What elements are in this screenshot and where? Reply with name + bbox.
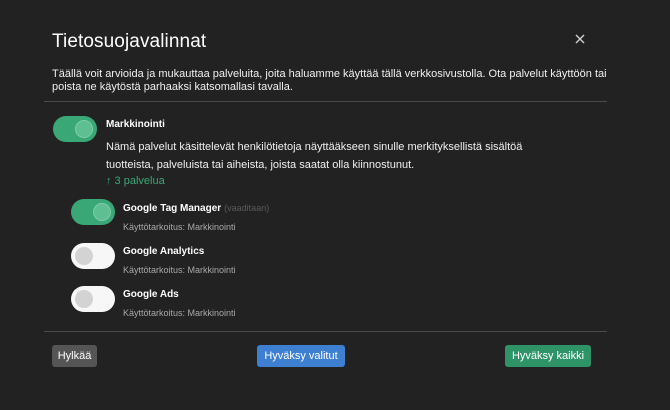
close-icon[interactable] xyxy=(572,31,588,47)
consent-dialog: Tietosuojavalinnat Täällä voit arvioida … xyxy=(0,0,670,410)
service-name: Google Tag Manager (vaaditaan) xyxy=(123,203,269,214)
service-toggle-google-ads[interactable] xyxy=(71,286,115,312)
services-toggle-link[interactable]: ↑ 3 palvelua xyxy=(106,175,165,187)
service-purpose: Käyttötarkoitus: Markkinointi xyxy=(123,308,236,318)
accept-selected-button[interactable]: Hyväksy valitut xyxy=(257,345,345,367)
toggle-knob xyxy=(75,120,93,138)
toggle-knob xyxy=(75,290,93,308)
dialog-intro: Täällä voit arvioida ja mukauttaa palvel… xyxy=(52,68,607,93)
service-name: Google Ads xyxy=(123,289,179,300)
toggle-knob xyxy=(93,203,111,221)
service-name: Google Analytics xyxy=(123,246,204,257)
service-name-label: Google Ads xyxy=(123,289,179,300)
service-name-label: Google Analytics xyxy=(123,246,205,257)
service-purpose: Käyttötarkoitus: Markkinointi xyxy=(123,265,236,275)
divider xyxy=(44,101,607,102)
service-toggle-google-analytics[interactable] xyxy=(71,243,115,269)
category-description: Nämä palvelut käsittelevät henkilötietoj… xyxy=(106,141,523,171)
accept-all-button[interactable]: Hyväksy kaikki xyxy=(505,345,591,367)
category-name: Markkinointi xyxy=(106,119,165,130)
service-toggle-google-tag-manager[interactable] xyxy=(71,199,115,225)
divider xyxy=(44,331,607,332)
service-required-label: (vaaditaan) xyxy=(224,203,270,213)
service-name-label: Google Tag Manager xyxy=(123,203,222,214)
category-toggle-markkinointi[interactable] xyxy=(53,116,97,142)
decline-button[interactable]: Hylkää xyxy=(52,345,97,367)
service-purpose: Käyttötarkoitus: Markkinointi xyxy=(123,222,236,232)
toggle-knob xyxy=(75,247,93,265)
dialog-title: Tietosuojavalinnat xyxy=(52,31,207,52)
